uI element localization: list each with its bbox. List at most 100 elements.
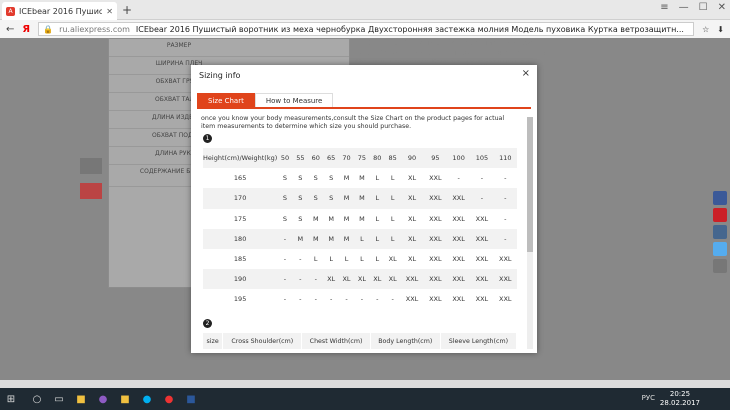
tab-title: ICEbear 2016 Пушистый [19, 6, 103, 16]
edit-icon[interactable] [713, 259, 727, 273]
skype-icon[interactable]: ● [136, 388, 158, 410]
clock-time: 20:25 [669, 390, 691, 398]
height-weight-table: Height(cm)/Weight(kg) 50 55 60 65 70 75 80 85 90 9… [203, 148, 517, 310]
twitter-icon[interactable] [713, 242, 727, 256]
address-bar-row: ← Я 🔒 ru.aliexpress.com ICEbear 2016 Пуш… [0, 20, 730, 38]
table-cell: L [369, 248, 385, 270]
table-row: 175 S S M M M M L L XL XXL XXL XXL - [203, 208, 517, 229]
table-cell: L [385, 208, 401, 229]
product-thumbnail[interactable] [80, 158, 102, 174]
table-cell: M [308, 228, 324, 249]
scrollbar-thumb[interactable] [527, 117, 533, 252]
table-cell: XXL [446, 188, 471, 209]
close-icon[interactable]: × [522, 68, 530, 79]
table-cell: - [470, 188, 494, 209]
table-cell: S [323, 188, 339, 209]
table-cell: XL [400, 188, 424, 209]
table-cell: S [277, 188, 293, 209]
url-field[interactable]: 🔒 ru.aliexpress.com ICEbear 2016 Пушисты… [38, 22, 695, 36]
table-cell: XXL [423, 289, 447, 310]
table-cell: 175 [203, 208, 278, 229]
table-header-cell: 100 [446, 148, 471, 169]
table-cell: S [308, 168, 324, 189]
clock-date: 28.02.2017 [659, 399, 700, 407]
table-cell: XXL [423, 248, 447, 270]
table-cell: XL [385, 248, 401, 270]
table-header-row: Height(cm)/Weight(kg) 50 55 60 65 70 75 80 85 90 9… [203, 148, 517, 169]
measurement-header-cell: Body Length(cm) [370, 333, 441, 349]
table-cell: - [292, 248, 309, 270]
facebook-icon[interactable] [713, 191, 727, 205]
table-header-cell: 70 [338, 148, 355, 169]
table-cell: S [323, 168, 339, 189]
table-cell: - [277, 248, 293, 270]
table-cell: M [338, 168, 355, 189]
download-icon[interactable]: ⬇ [717, 25, 724, 34]
tab-size-chart[interactable]: Size Chart [197, 93, 255, 107]
table-cell: M [338, 188, 355, 209]
modal-scrollbar[interactable] [527, 117, 533, 349]
table-cell: M [292, 228, 309, 249]
yandex-browser-icon[interactable]: ● [158, 388, 180, 410]
table-cell: L [369, 188, 385, 209]
table-row: 170 S S S S M M L L XL XXL XXL - - [203, 188, 517, 209]
task-view-icon[interactable]: ▭ [48, 388, 70, 410]
folder-icon[interactable]: ■ [70, 388, 92, 410]
table-cell: 190 [203, 269, 278, 290]
pinterest-icon[interactable] [713, 208, 727, 222]
measurement-header-cell: Cross Shoulder(cm) [222, 333, 303, 349]
yandex-logo[interactable]: Я [22, 24, 30, 35]
table-header-cell: 80 [369, 148, 385, 169]
explorer-icon[interactable]: ■ [114, 388, 136, 410]
table-header-cell: 95 [423, 148, 447, 169]
measurement-header-cell: size [203, 333, 224, 349]
browser-tab[interactable]: A ICEbear 2016 Пушистый ✕ [2, 2, 117, 20]
table-cell: - [292, 269, 309, 290]
system-clock[interactable]: 20:25 28.02.2017 [660, 390, 700, 408]
browser-tab-bar: A ICEbear 2016 Пушистый ✕ + ≡ — ☐ ✕ [0, 0, 730, 20]
search-icon[interactable]: ○ [26, 388, 48, 410]
table-cell: M [354, 188, 370, 209]
table-cell: XL [354, 269, 370, 290]
table-cell: - [369, 289, 385, 310]
close-tab-icon[interactable]: ✕ [106, 7, 113, 16]
maximize-icon[interactable]: ☐ [699, 2, 708, 13]
modal-tabs: Size Chart How to Measure [197, 93, 531, 109]
table-cell: L [385, 228, 401, 249]
measurement-table: size Cross Shoulder(cm) Chest Width(cm) Bod… [203, 333, 518, 349]
table-cell: - [493, 228, 517, 249]
table-cell: L [385, 188, 401, 209]
back-button[interactable]: ← [6, 24, 14, 35]
table-cell: - [446, 168, 471, 189]
table-cell: 180 [203, 228, 278, 249]
windows-start-icon[interactable]: ⊞ [0, 388, 22, 410]
modal-title: Sizing info [199, 71, 241, 80]
table-cell: M [323, 208, 339, 229]
table-cell: - [338, 289, 355, 310]
word-icon[interactable]: ■ [180, 388, 202, 410]
table-cell: L [385, 168, 401, 189]
bookmark-star-icon[interactable]: ☆ [702, 25, 709, 34]
section-number-1: 1 [203, 134, 212, 143]
table-cell: L [369, 208, 385, 229]
language-indicator[interactable]: РУС [642, 394, 655, 402]
table-row: 190- - - XL XL XL XL XL XXL XXL XXL XXL XXL [203, 269, 517, 290]
new-tab-button[interactable]: + [122, 3, 132, 17]
table-header-cell: 65 [323, 148, 339, 169]
product-thumbnail[interactable] [80, 183, 102, 199]
table-header-cell: 60 [308, 148, 324, 169]
menu-icon[interactable]: ≡ [660, 2, 668, 13]
close-window-icon[interactable]: ✕ [718, 2, 726, 13]
table-cell: - [277, 269, 293, 290]
table-cell: XXL [470, 228, 494, 249]
minimize-icon[interactable]: — [679, 2, 689, 13]
table-cell: XXL [470, 269, 494, 290]
vk-icon[interactable] [713, 225, 727, 239]
tab-how-to-measure[interactable]: How to Measure [254, 93, 334, 107]
aliexpress-favicon-icon: A [6, 6, 15, 16]
table-cell: 170 [203, 188, 278, 209]
table-cell: XXL [446, 208, 471, 229]
table-cell: XXL [423, 208, 447, 229]
viber-icon[interactable]: ● [92, 388, 114, 410]
table-cell: M [354, 208, 370, 229]
